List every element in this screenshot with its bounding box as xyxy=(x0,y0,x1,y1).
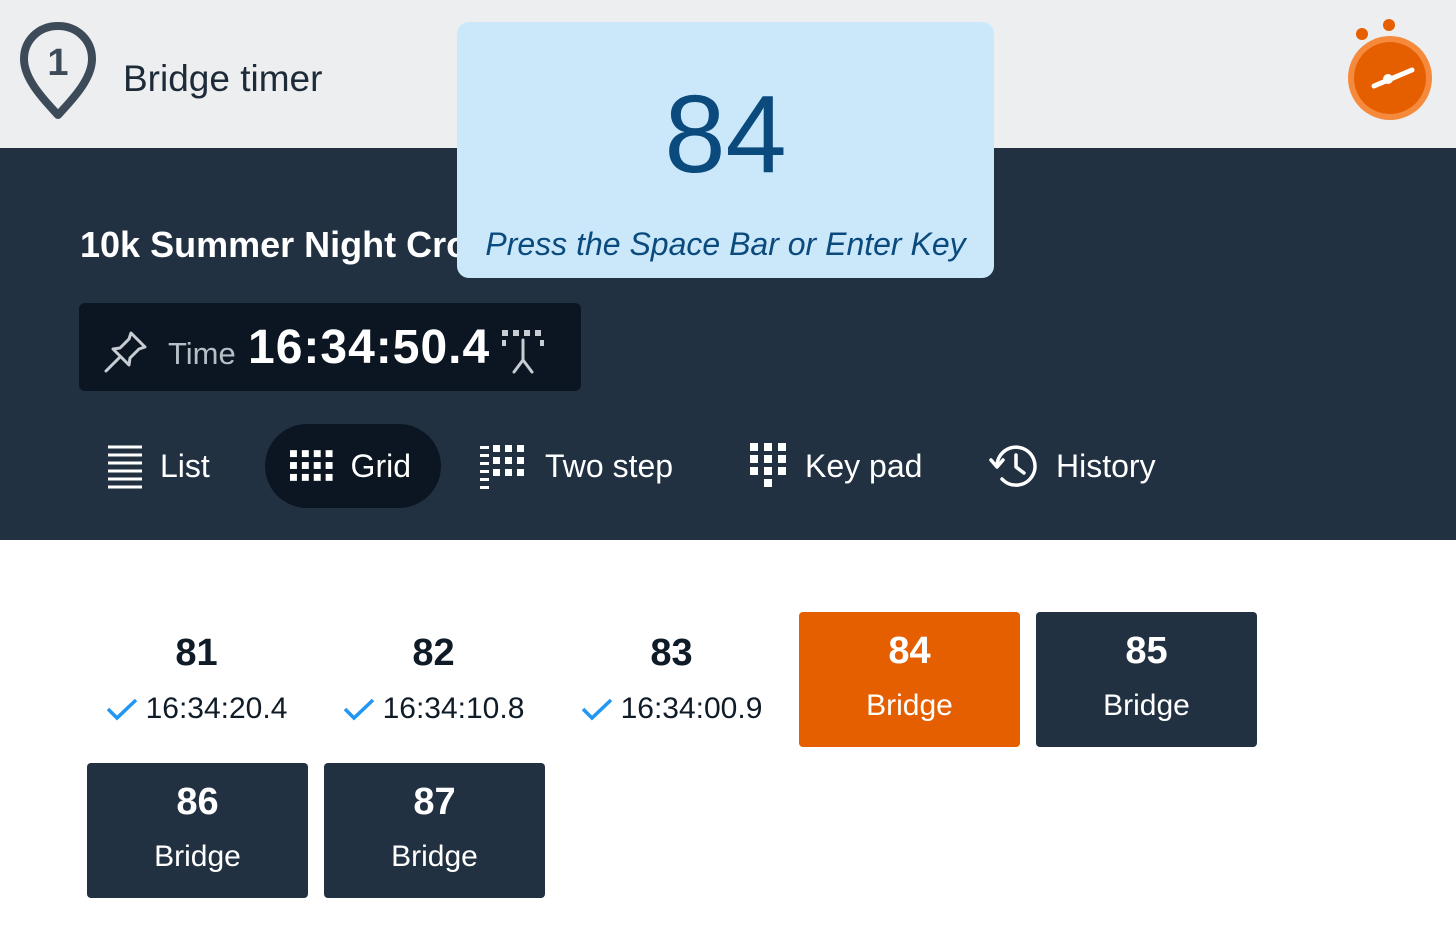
tab-label: Key pad xyxy=(805,447,923,484)
popup-hint: Press the Space Bar or Enter Key xyxy=(485,226,966,262)
grid-cell-timed[interactable]: 82 16:34:10.8 xyxy=(323,612,544,747)
cell-status: Bridge xyxy=(866,689,953,722)
grid-cell-pending[interactable]: 87 Bridge xyxy=(324,763,545,898)
grid-cell-pending[interactable]: 86 Bridge xyxy=(87,763,308,898)
next-bib-popup: 84 Press the Space Bar or Enter Key xyxy=(457,22,994,278)
split-time: 16:34:00.9 xyxy=(620,692,763,725)
split-time: 16:34:20.4 xyxy=(145,692,288,725)
cell-status: Bridge xyxy=(1103,689,1190,722)
bib-number: 84 xyxy=(888,630,931,672)
check-icon xyxy=(581,698,612,721)
grid-cell-timed[interactable]: 81 16:34:20.4 xyxy=(86,612,307,747)
grid-cell-pending[interactable]: 85 Bridge xyxy=(1036,612,1257,747)
bib-number: 83 xyxy=(650,632,693,674)
check-icon xyxy=(106,698,137,721)
bib-number: 87 xyxy=(413,781,456,823)
bib-number: 86 xyxy=(176,781,219,823)
tab-grid[interactable]: Grid xyxy=(265,424,441,508)
logo-number: 1 xyxy=(47,42,68,84)
tab-list[interactable]: List xyxy=(106,424,210,508)
history-icon xyxy=(989,445,1037,487)
keypad-icon xyxy=(750,443,786,487)
tab-label: Two step xyxy=(545,447,674,484)
time-value: 16:34:50.4 xyxy=(248,321,491,374)
cell-status: Bridge xyxy=(154,840,241,873)
app-title: Bridge timer xyxy=(123,58,323,99)
tab-history[interactable]: History xyxy=(988,424,1156,508)
grid-cell-timed[interactable]: 83 16:34:00.9 xyxy=(561,612,782,747)
two-step-icon xyxy=(480,445,524,489)
grid-icon xyxy=(289,450,333,481)
list-icon xyxy=(108,445,142,489)
bib-number: 81 xyxy=(175,632,218,674)
finish-line-icon[interactable] xyxy=(498,326,550,376)
grid-cell-current[interactable]: 84 Bridge xyxy=(799,612,1020,747)
tab-key-pad[interactable]: Key pad xyxy=(749,424,922,508)
check-icon xyxy=(343,698,374,721)
tab-label: List xyxy=(160,447,210,484)
tab-two-step[interactable]: Two step xyxy=(479,424,673,508)
time-label: Time xyxy=(168,336,236,371)
popup-bib-number: 84 xyxy=(664,73,787,196)
pin-icon[interactable] xyxy=(101,327,151,377)
location-marker-icon: 1 xyxy=(20,22,96,119)
bib-number: 82 xyxy=(412,632,455,674)
tab-label: Grid xyxy=(350,447,411,484)
event-title: 10k Summer Night Cro xyxy=(80,224,469,265)
split-time: 16:34:10.8 xyxy=(382,692,525,725)
bib-number: 85 xyxy=(1125,630,1168,672)
tab-label: History xyxy=(1056,447,1156,484)
cell-status: Bridge xyxy=(391,840,478,873)
stopwatch-icon[interactable] xyxy=(1340,16,1440,126)
